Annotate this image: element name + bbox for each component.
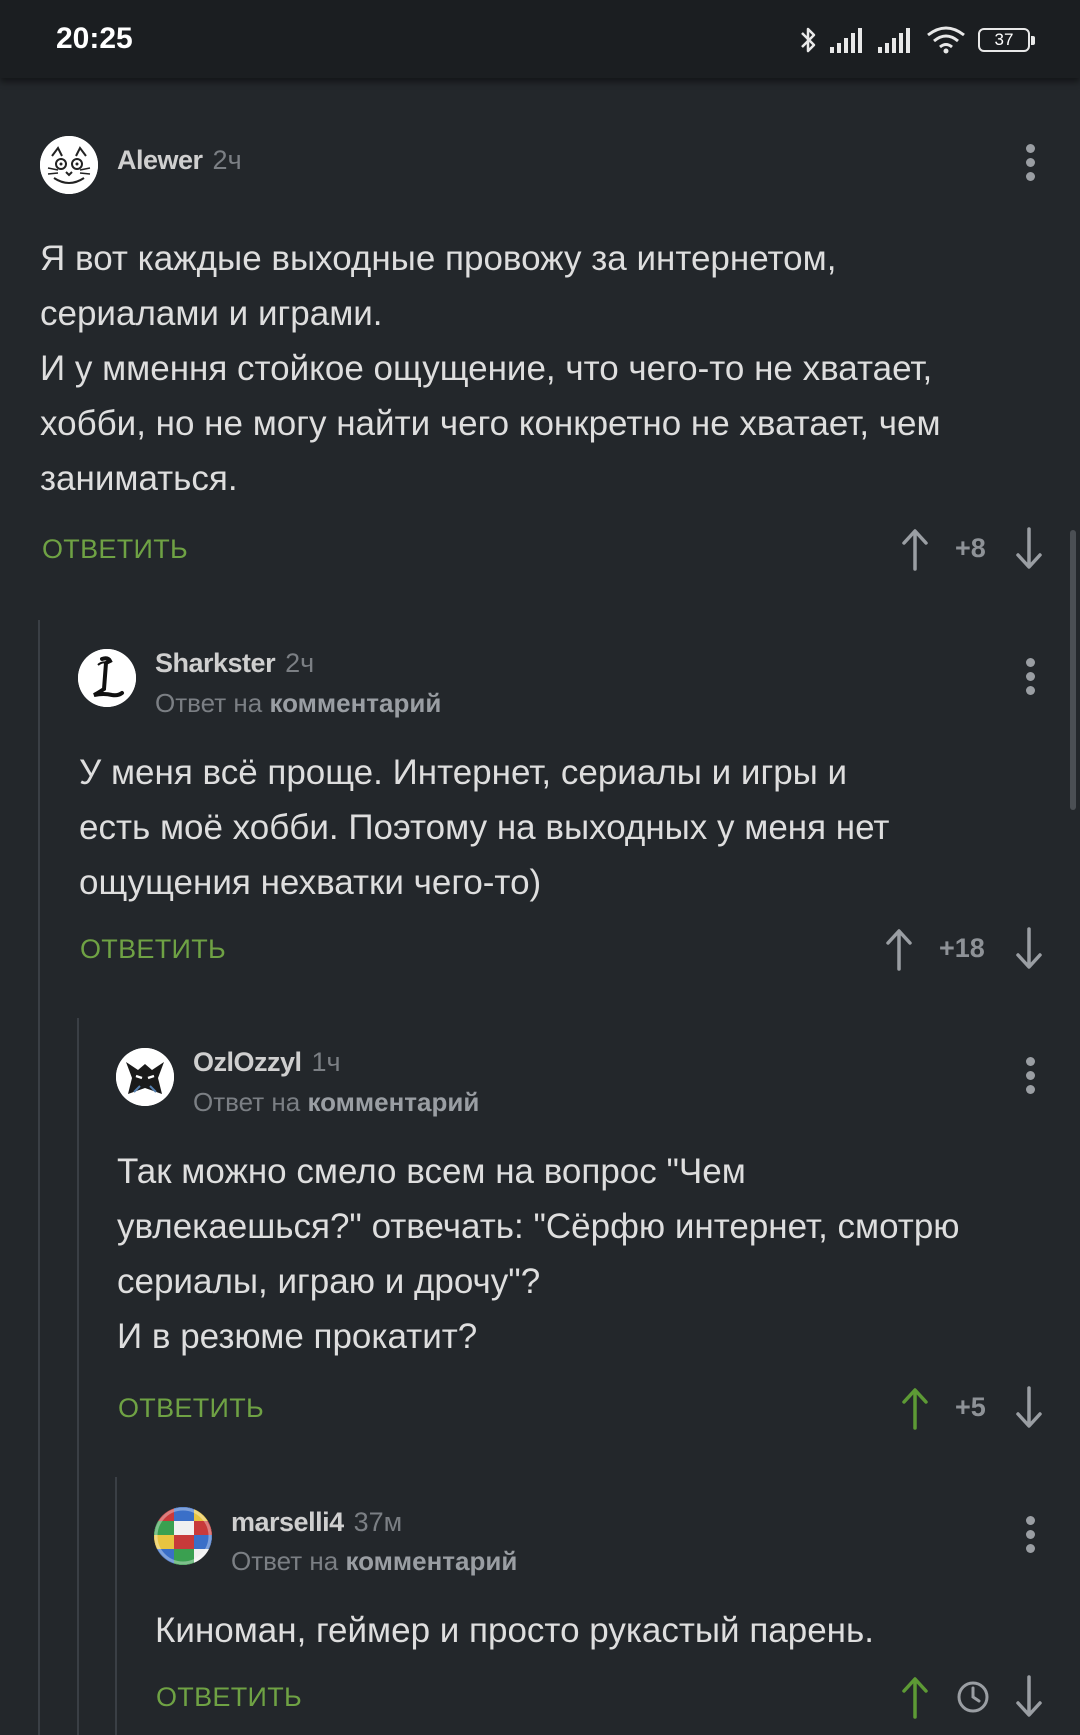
reply-button[interactable]: ОТВЕТИТЬ [42, 534, 188, 565]
comment-time: 2ч [285, 648, 315, 678]
comment-line: заниматься. [40, 459, 238, 498]
reply-to-link[interactable]: комментарий [269, 688, 441, 718]
gothic-L-avatar-icon [78, 649, 136, 707]
reply-to-link[interactable]: комментарий [307, 1087, 479, 1117]
reply-to-prefix: Ответ на [231, 1546, 339, 1576]
upvote-arrow-icon[interactable] [900, 527, 930, 571]
clock-icon [957, 1681, 989, 1713]
comment-line: Я вот каждые выходные провожу за интерне… [40, 239, 837, 278]
comment-text: Я вот каждые выходные провожу за интерне… [40, 231, 941, 506]
comment-text: Так можно смело всем на вопрос "Чем увле… [117, 1144, 960, 1364]
comment-time: 2ч [212, 145, 242, 175]
comment-line: И в резюме прокатит? [117, 1317, 478, 1356]
status-icons: 37 [798, 24, 1035, 56]
comment-line: И у ммення стойкое ощущение, что чего-то… [40, 349, 933, 388]
comment-score: +18 [939, 933, 985, 963]
reply-to-prefix: Ответ на [193, 1087, 301, 1117]
comment-line: ощущения нехватки чего-то) [79, 863, 542, 902]
reply-to-line: Ответ на комментарий [193, 1087, 479, 1118]
comment-author[interactable]: Sharkster 2ч [155, 648, 314, 679]
more-options-icon[interactable] [1025, 144, 1035, 184]
comment-line: увлекаешься?" отвечать: "Сёрфю интернет,… [117, 1207, 960, 1246]
avatar[interactable] [154, 1507, 212, 1565]
comment-line: сериалы, играю и дрочу"? [117, 1262, 541, 1301]
reply-to-prefix: Ответ на [155, 688, 263, 718]
more-options-icon[interactable] [1025, 658, 1035, 698]
more-options-icon[interactable] [1025, 1516, 1035, 1556]
more-options-icon[interactable] [1025, 1057, 1035, 1097]
comment-line: сериалами и играми. [40, 294, 383, 333]
comment-line: хобби, но не могу найти чего конкретно н… [40, 404, 941, 443]
bluetooth-icon [801, 27, 816, 53]
comment-score: +5 [955, 1392, 986, 1422]
avatar[interactable] [78, 649, 136, 707]
cat-sketch-avatar-icon [40, 136, 98, 194]
vote-controls: +8 [900, 527, 1050, 571]
downvote-arrow-icon[interactable] [1014, 1675, 1044, 1719]
thread-line-level-3 [115, 1477, 117, 1735]
reply-to-line: Ответ на комментарий [155, 688, 441, 719]
reply-to-line: Ответ на комментарий [231, 1546, 517, 1577]
status-time: 20:25 [56, 22, 133, 55]
comment-text: У меня всё проще. Интернет, сериалы и иг… [79, 745, 889, 910]
reply-button[interactable]: ОТВЕТИТЬ [118, 1393, 264, 1424]
author-name[interactable]: marselli4 [231, 1507, 344, 1537]
author-name[interactable]: OzlOzzyl [193, 1047, 302, 1077]
reply-button[interactable]: ОТВЕТИТЬ [156, 1682, 302, 1713]
comment-score: +8 [955, 533, 986, 563]
flags-globe-avatar-icon [154, 1507, 212, 1565]
battery-indicator: 37 [978, 28, 1035, 52]
ninja-avatar-icon [116, 1048, 174, 1106]
comment-time: 1ч [311, 1047, 341, 1077]
vote-controls [900, 1675, 1050, 1719]
author-name[interactable]: Alewer [117, 145, 203, 175]
scrollbar[interactable] [1070, 530, 1076, 810]
reply-button[interactable]: ОТВЕТИТЬ [80, 934, 226, 965]
comment-line: Киноман, геймер и просто рукастый парень… [155, 1611, 874, 1650]
vote-controls: +5 [900, 1386, 1050, 1430]
status-bar: 20:25 37 [0, 0, 1080, 78]
thread-line-level-2 [77, 1018, 79, 1735]
avatar[interactable] [116, 1048, 174, 1106]
upvote-arrow-icon[interactable] [900, 1386, 930, 1430]
upvote-arrow-icon[interactable] [884, 927, 914, 971]
wifi-icon [927, 26, 965, 54]
signal-icon-2 [878, 28, 910, 53]
comment-line: Так можно смело всем на вопрос "Чем [117, 1152, 746, 1191]
upvote-arrow-icon[interactable] [900, 1675, 930, 1719]
avatar[interactable] [40, 136, 98, 194]
comment-author[interactable]: OzlOzzyl 1ч [193, 1047, 341, 1078]
comment-author[interactable]: Alewer 2ч [117, 145, 242, 176]
downvote-arrow-icon[interactable] [1014, 527, 1044, 571]
comment-author[interactable]: marselli4 37м [231, 1507, 402, 1538]
reply-to-link[interactable]: комментарий [345, 1546, 517, 1576]
comment-line: есть моё хобби. Поэтому на выходных у ме… [79, 808, 890, 847]
downvote-arrow-icon[interactable] [1014, 927, 1044, 971]
signal-icon [830, 28, 862, 53]
thread-line-level-1 [38, 620, 40, 1735]
comment-time: 37м [353, 1507, 403, 1537]
vote-controls: +18 [884, 927, 1050, 971]
downvote-arrow-icon[interactable] [1014, 1386, 1044, 1430]
author-name[interactable]: Sharkster [155, 648, 276, 678]
comment-line: У меня всё проще. Интернет, сериалы и иг… [79, 753, 848, 792]
comment-text: Киноман, геймер и просто рукастый парень… [155, 1603, 874, 1658]
